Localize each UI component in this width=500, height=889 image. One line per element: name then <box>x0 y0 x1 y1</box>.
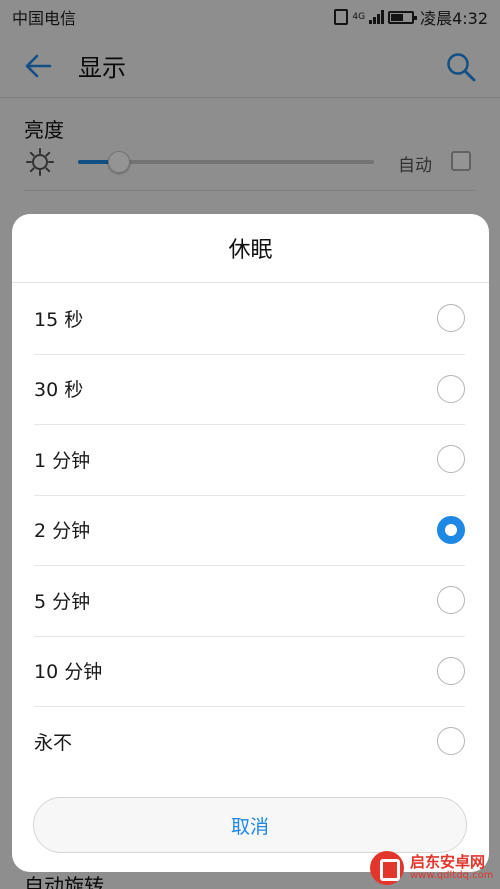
sleep-option[interactable]: 15 秒 <box>12 283 489 354</box>
sleep-option[interactable]: 2 分钟 <box>12 494 489 566</box>
sleep-option-label: 15 秒 <box>34 308 84 331</box>
watermark: 启东安卓网 www.qdltdq.com <box>370 848 498 888</box>
dialog-title: 休眠 <box>228 238 273 263</box>
radio-unselected-icon[interactable] <box>437 727 465 756</box>
sleep-option-label: 2 分钟 <box>34 520 91 543</box>
sleep-option[interactable]: 30 秒 <box>12 353 489 425</box>
watermark-url: www.qdltdq.com <box>410 869 494 881</box>
sleep-option[interactable]: 永不 <box>12 706 489 777</box>
watermark-logo-icon <box>370 851 404 885</box>
sleep-option[interactable]: 5 分钟 <box>12 565 489 636</box>
radio-selected-icon[interactable] <box>437 515 465 544</box>
sleep-dialog: 休眠 15 秒 30 秒 1 分钟 2 分钟 5 分钟 10 分钟永不 取消 <box>12 214 489 872</box>
sleep-option-label: 10 分钟 <box>34 661 103 684</box>
radio-unselected-icon[interactable] <box>437 445 465 474</box>
watermark-name: 启东安卓网 <box>410 852 486 871</box>
radio-unselected-icon[interactable] <box>437 304 465 333</box>
radio-unselected-icon[interactable] <box>437 374 465 403</box>
radio-unselected-icon[interactable] <box>437 656 465 685</box>
sleep-option-label: 30 秒 <box>34 379 84 402</box>
sleep-option-label: 1 分钟 <box>34 449 91 472</box>
sleep-option[interactable]: 1 分钟 <box>12 424 489 495</box>
cancel-button[interactable]: 取消 <box>33 797 467 853</box>
radio-unselected-icon[interactable] <box>437 586 465 615</box>
sleep-option-label: 永不 <box>34 731 73 754</box>
sleep-options-list: 15 秒 30 秒 1 分钟 2 分钟 5 分钟 10 分钟永不 <box>12 283 489 777</box>
sleep-option-label: 5 分钟 <box>34 590 91 613</box>
sleep-option[interactable]: 10 分钟 <box>12 635 489 707</box>
